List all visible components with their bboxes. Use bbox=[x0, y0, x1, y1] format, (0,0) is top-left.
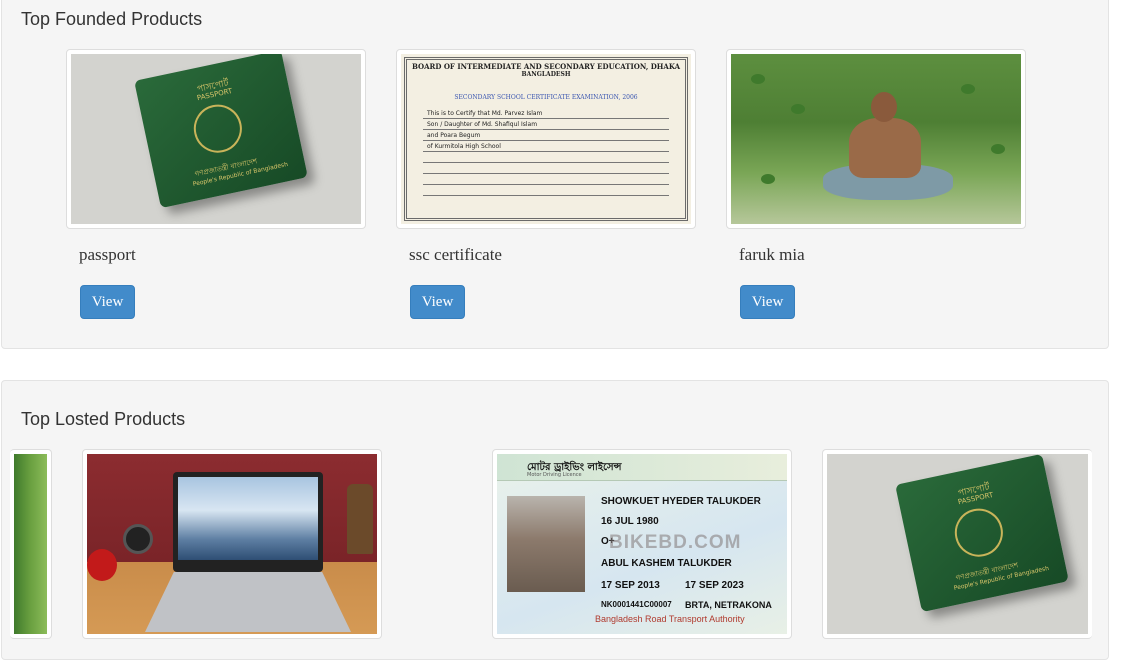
laptop-image bbox=[87, 454, 377, 634]
found-item-thumbnail-passport[interactable]: পাসপোর্ট PASSPORT গণপ্রজাতন্ত্রী বাংলাদে… bbox=[66, 49, 366, 229]
clock-shape bbox=[123, 524, 153, 554]
passport-book: পাসপোর্ট PASSPORT গণপ্রজাতন্ত্রী বাংলাদে… bbox=[134, 54, 308, 209]
lost-item-thumbnail-laptop[interactable] bbox=[82, 449, 382, 639]
emblem-icon bbox=[950, 504, 1008, 562]
passport-image: পাসপোর্ট PASSPORT গণপ্রজাতন্ত্রী বাংলাদে… bbox=[71, 54, 361, 224]
found-item-thumbnail-certificate[interactable]: BOARD OF INTERMEDIATE AND SECONDARY EDUC… bbox=[396, 49, 696, 229]
passport-book: পাসপোর্ট PASSPORT গণপ্রজাতন্ত্রী বাংলাদে… bbox=[895, 454, 1069, 613]
lost-item-thumbnail-grass[interactable] bbox=[10, 449, 52, 639]
plant-pot-shape bbox=[347, 484, 373, 554]
driving-license-image: মোটর ড্রাইভিং লাইসেন্স Motor Driving Lic… bbox=[497, 454, 787, 634]
view-button[interactable]: View bbox=[410, 285, 465, 319]
apple-shape bbox=[87, 549, 117, 581]
lost-item-thumbnail-license[interactable]: মোটর ড্রাইভিং লাইসেন্স Motor Driving Lic… bbox=[492, 449, 792, 639]
view-button[interactable]: View bbox=[80, 285, 135, 319]
found-item-thumbnail-person[interactable] bbox=[726, 49, 1026, 229]
emblem-icon bbox=[189, 100, 247, 158]
found-products-title: Top Founded Products bbox=[21, 9, 203, 29]
grass-image bbox=[14, 454, 47, 634]
certificate-image: BOARD OF INTERMEDIATE AND SECONDARY EDUC… bbox=[401, 54, 691, 224]
lost-item-thumbnail-passport[interactable]: পাসপোর্ট PASSPORT গণপ্রজাতন্ত্রী বাংলাদে… bbox=[822, 449, 1092, 639]
passport-image: পাসপোর্ট PASSPORT গণপ্রজাতন্ত্রী বাংলাদে… bbox=[827, 454, 1088, 634]
license-photo bbox=[507, 496, 585, 592]
view-button[interactable]: View bbox=[740, 285, 795, 319]
found-item-name: faruk mia bbox=[739, 245, 805, 264]
person-image bbox=[731, 54, 1021, 224]
found-item-name: ssc certificate bbox=[409, 245, 502, 264]
found-item-name: passport bbox=[79, 245, 136, 264]
lost-products-title: Top Losted Products bbox=[21, 409, 186, 429]
